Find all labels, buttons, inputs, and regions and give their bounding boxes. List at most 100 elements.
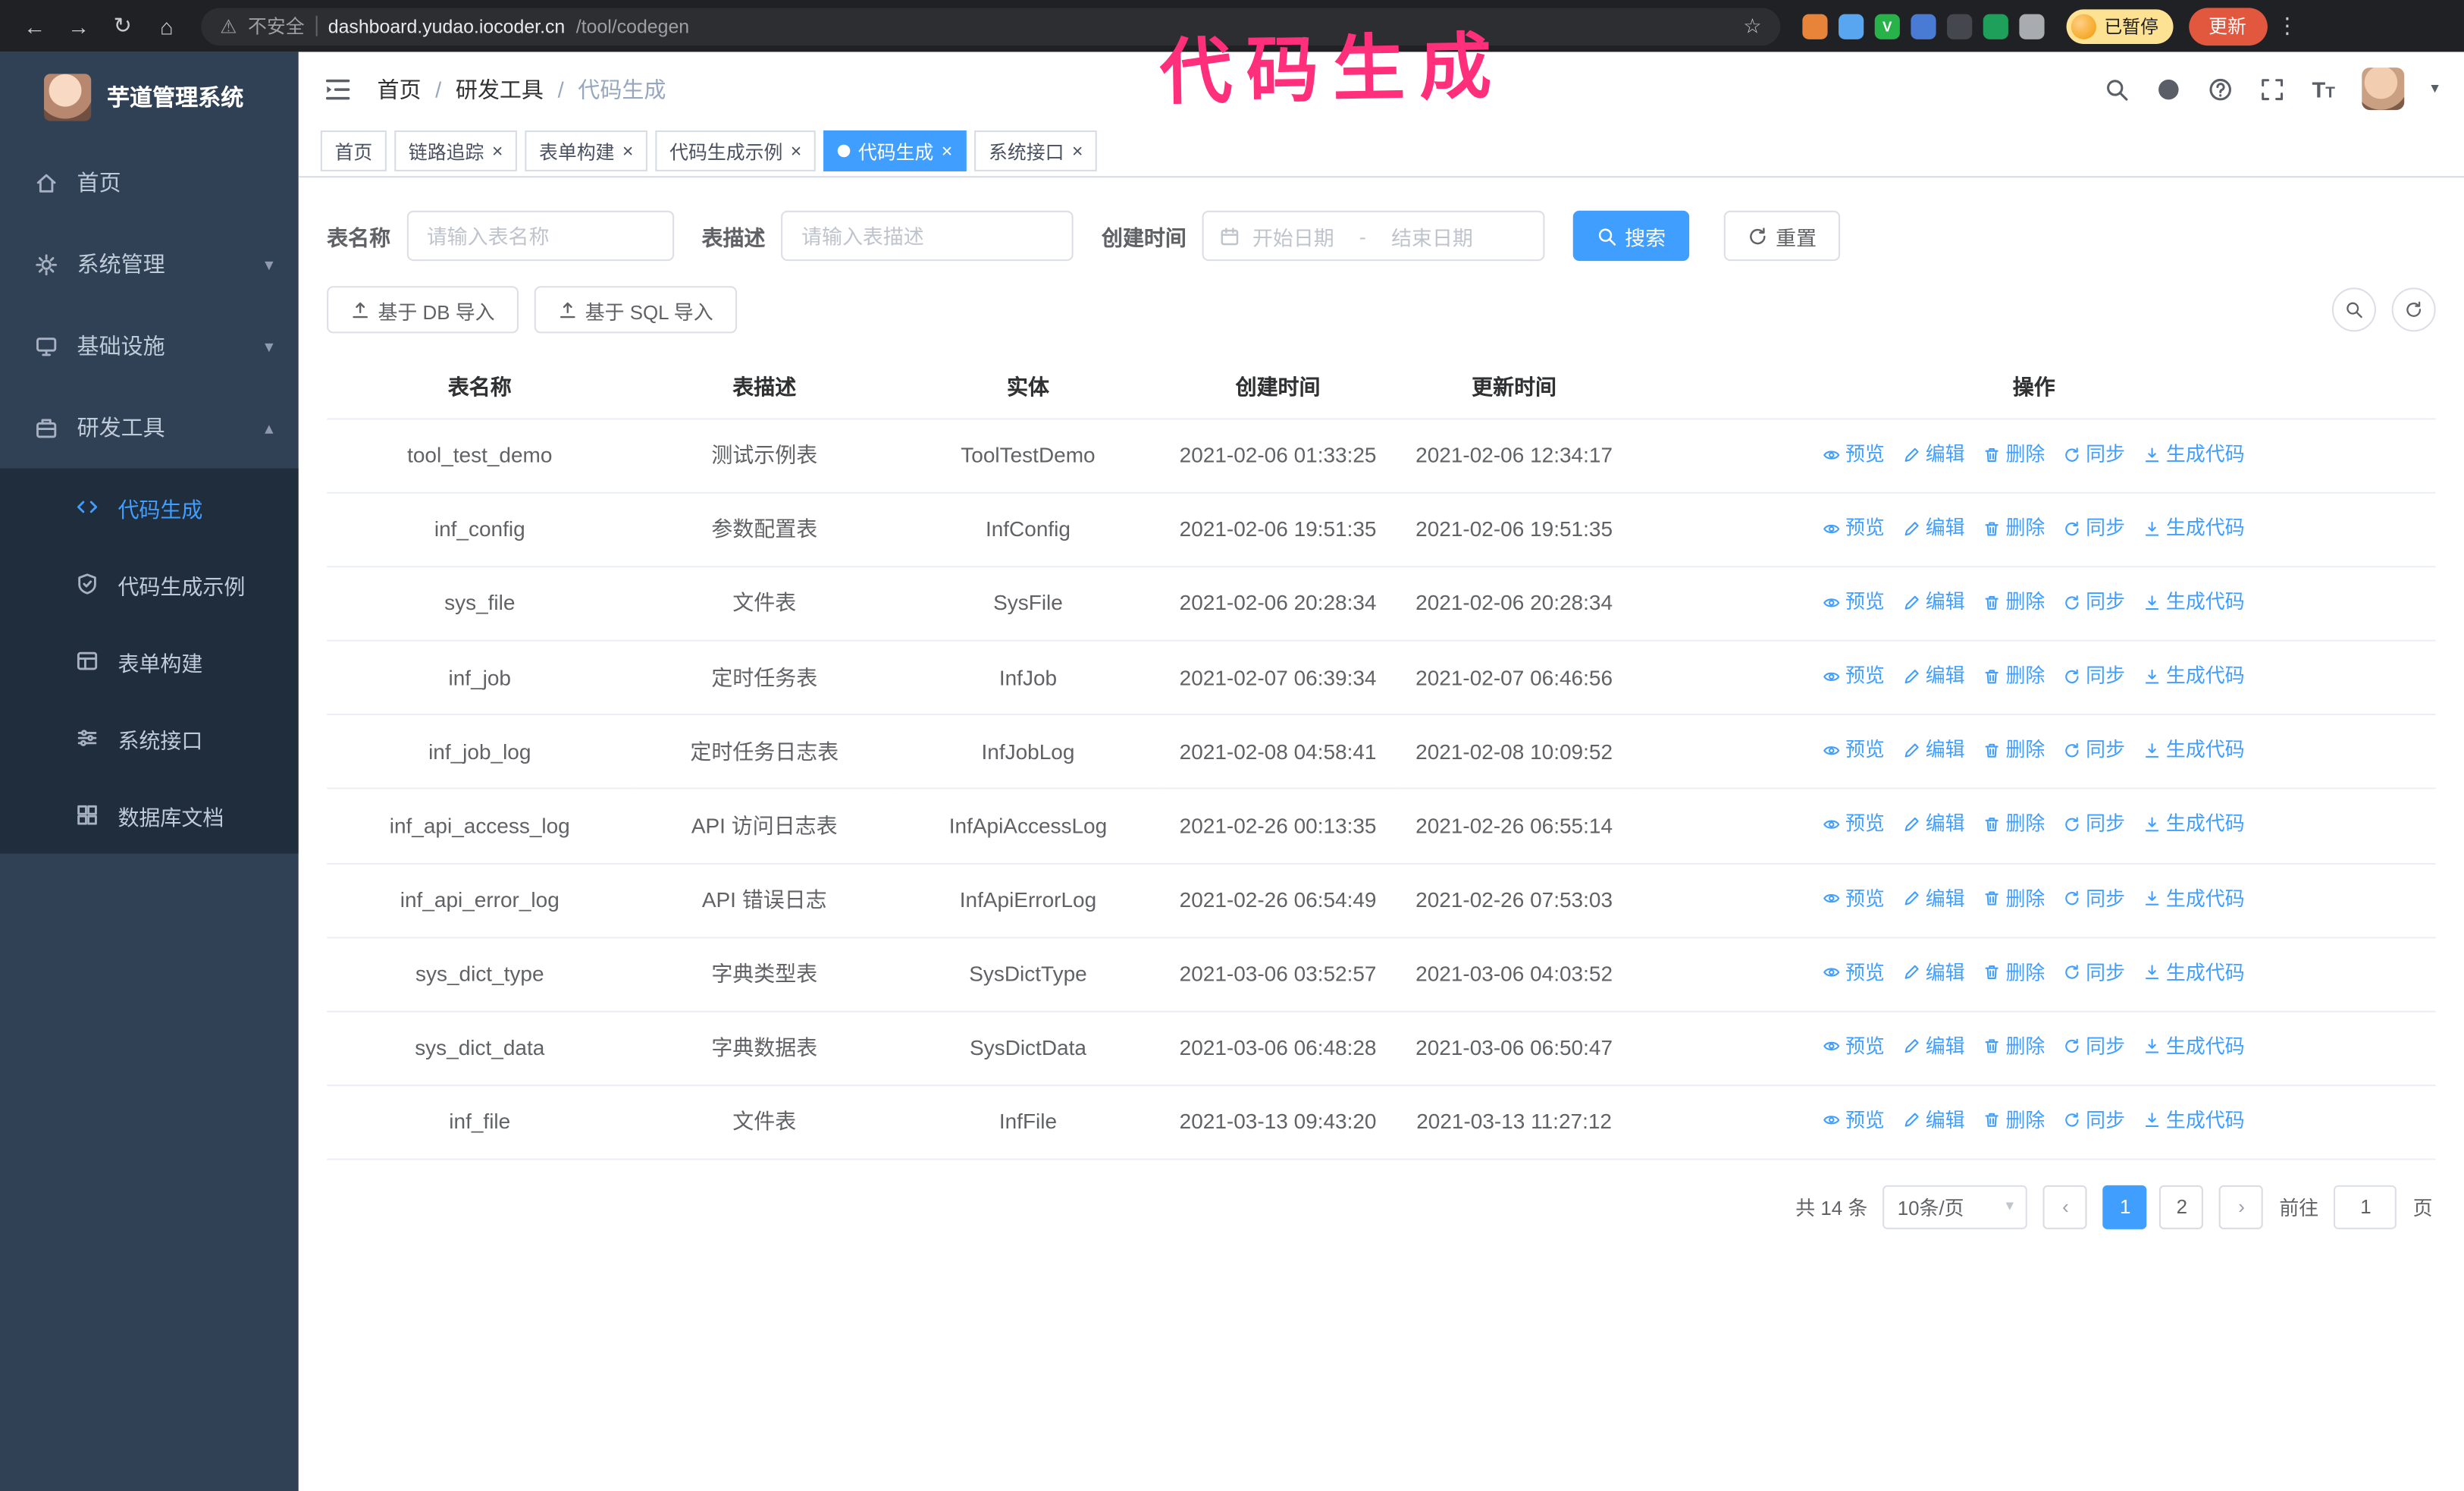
sidebar-item[interactable]: 研发工具 ▴	[0, 387, 299, 469]
row-action-sync[interactable]: 同步	[2064, 438, 2125, 469]
sidebar-logo[interactable]: 芋道管理系统	[0, 52, 299, 141]
breadcrumb-home[interactable]: 首页	[377, 73, 421, 104]
tab-close-icon[interactable]: ×	[942, 142, 953, 161]
page-button-1[interactable]: 1	[2103, 1185, 2148, 1229]
browser-menu-icon[interactable]: ⋮	[2276, 13, 2298, 39]
back-icon[interactable]: ←	[16, 7, 54, 45]
ext-puzzle-icon[interactable]	[2019, 13, 2045, 39]
row-action-generate-code[interactable]: 生成代码	[2144, 735, 2245, 766]
github-icon[interactable]	[2156, 77, 2181, 102]
row-action-edit[interactable]: 编辑	[1904, 883, 1965, 914]
row-action-generate-code[interactable]: 生成代码	[2144, 587, 2245, 618]
sidebar-item[interactable]: 系统接口	[0, 699, 299, 777]
row-action-delete[interactable]: 删除	[1983, 883, 2045, 914]
row-action-edit[interactable]: 编辑	[1904, 438, 1965, 469]
row-action-delete[interactable]: 删除	[1983, 513, 2045, 544]
row-action-delete[interactable]: 删除	[1983, 957, 2045, 988]
row-action-preview[interactable]: 预览	[1823, 513, 1885, 544]
tab-close-icon[interactable]: ×	[791, 142, 802, 161]
row-action-generate-code[interactable]: 生成代码	[2144, 808, 2245, 840]
ext-share-icon[interactable]	[1911, 13, 1936, 39]
row-action-generate-code[interactable]: 生成代码	[2144, 957, 2245, 988]
tab[interactable]: 系统接口 ×	[974, 130, 1098, 171]
row-action-preview[interactable]: 预览	[1823, 808, 1885, 840]
sidebar-item[interactable]: 系统管理 ▾	[0, 223, 299, 305]
row-action-edit[interactable]: 编辑	[1904, 808, 1965, 840]
row-action-generate-code[interactable]: 生成代码	[2144, 1031, 2245, 1062]
reset-button[interactable]: 重置	[1723, 210, 1841, 262]
ext-green-check-icon[interactable]: V	[1874, 13, 1900, 39]
toggle-search-button[interactable]	[2331, 287, 2376, 332]
row-action-sync[interactable]: 同步	[2064, 808, 2125, 840]
row-action-sync[interactable]: 同步	[2064, 1031, 2125, 1062]
create-time-range-picker[interactable]: 开始日期 - 结束日期	[1202, 210, 1545, 262]
row-action-generate-code[interactable]: 生成代码	[2144, 1105, 2245, 1136]
import-db-button[interactable]: 基于 DB 导入	[327, 286, 519, 334]
row-action-preview[interactable]: 预览	[1823, 438, 1885, 469]
forward-icon[interactable]: →	[60, 7, 98, 45]
ext-blue-drop-icon[interactable]	[1839, 13, 1864, 39]
tab[interactable]: 表单构建 ×	[525, 130, 648, 171]
row-action-edit[interactable]: 编辑	[1904, 1105, 1965, 1136]
home-icon[interactable]: ⌂	[148, 7, 186, 45]
ext-orange-icon[interactable]	[1802, 13, 1828, 39]
row-action-generate-code[interactable]: 生成代码	[2144, 661, 2245, 692]
row-action-preview[interactable]: 预览	[1823, 735, 1885, 766]
row-action-edit[interactable]: 编辑	[1904, 735, 1965, 766]
row-action-preview[interactable]: 预览	[1823, 1105, 1885, 1136]
row-action-preview[interactable]: 预览	[1823, 587, 1885, 618]
row-action-sync[interactable]: 同步	[2064, 661, 2125, 692]
row-action-preview[interactable]: 预览	[1823, 883, 1885, 914]
page-button-2[interactable]: 2	[2159, 1185, 2204, 1229]
search-icon[interactable]	[2105, 77, 2130, 102]
row-action-generate-code[interactable]: 生成代码	[2144, 883, 2245, 914]
tab-close-icon[interactable]: ×	[1072, 142, 1083, 161]
row-action-edit[interactable]: 编辑	[1904, 661, 1965, 692]
tab[interactable]: 代码生成 ×	[823, 130, 967, 171]
row-action-sync[interactable]: 同步	[2064, 587, 2125, 618]
row-action-sync[interactable]: 同步	[2064, 735, 2125, 766]
row-action-preview[interactable]: 预览	[1823, 957, 1885, 988]
row-action-preview[interactable]: 预览	[1823, 661, 1885, 692]
row-action-delete[interactable]: 删除	[1983, 661, 2045, 692]
row-action-delete[interactable]: 删除	[1983, 1105, 2045, 1136]
breadcrumb-tools[interactable]: 研发工具	[456, 73, 544, 104]
row-action-sync[interactable]: 同步	[2064, 513, 2125, 544]
reload-icon[interactable]: ↻	[104, 7, 142, 45]
sidebar-item[interactable]: 基础设施 ▾	[0, 305, 299, 387]
tab-close-icon[interactable]: ×	[492, 142, 503, 161]
next-page-button[interactable]: ›	[2219, 1185, 2264, 1229]
search-button[interactable]: 搜索	[1572, 210, 1690, 262]
sidebar-item[interactable]: 数据库文档	[0, 777, 299, 854]
help-icon[interactable]	[2209, 77, 2234, 102]
row-action-edit[interactable]: 编辑	[1904, 587, 1965, 618]
fullscreen-icon[interactable]	[2260, 77, 2285, 102]
page-size-select[interactable]: 10条/页 ▾	[1883, 1185, 2028, 1229]
table-name-input[interactable]	[406, 210, 674, 262]
table-desc-input[interactable]	[781, 210, 1074, 262]
tab[interactable]: 代码生成示例 ×	[655, 130, 816, 171]
row-action-generate-code[interactable]: 生成代码	[2144, 438, 2245, 469]
row-action-delete[interactable]: 删除	[1983, 438, 2045, 469]
tab[interactable]: 链路追踪 ×	[394, 130, 518, 171]
goto-page-input[interactable]	[2334, 1185, 2397, 1229]
refresh-table-button[interactable]	[2391, 287, 2436, 332]
row-action-edit[interactable]: 编辑	[1904, 513, 1965, 544]
sidebar-toggle-icon[interactable]	[324, 74, 352, 102]
import-sql-button[interactable]: 基于 SQL 导入	[534, 286, 737, 334]
chrome-update-button[interactable]: 更新	[2188, 7, 2267, 46]
bookmark-star-icon[interactable]: ☆	[1743, 14, 1761, 39]
row-action-delete[interactable]: 删除	[1983, 587, 2045, 618]
address-bar[interactable]: ⚠ 不安全 dashboard.yudao.iocoder.cn/tool/co…	[201, 7, 1781, 46]
tab[interactable]: 首页	[320, 130, 387, 171]
row-action-sync[interactable]: 同步	[2064, 957, 2125, 988]
tab-close-icon[interactable]: ×	[622, 142, 634, 161]
row-action-sync[interactable]: 同步	[2064, 1105, 2125, 1136]
sidebar-item[interactable]: 代码生成	[0, 469, 299, 546]
row-action-delete[interactable]: 删除	[1983, 735, 2045, 766]
row-action-preview[interactable]: 预览	[1823, 1031, 1885, 1062]
user-avatar[interactable]	[2362, 67, 2405, 111]
row-action-delete[interactable]: 删除	[1983, 808, 2045, 840]
font-size-icon[interactable]: TT	[2312, 77, 2335, 102]
chevron-down-icon[interactable]: ▾	[2431, 80, 2438, 98]
